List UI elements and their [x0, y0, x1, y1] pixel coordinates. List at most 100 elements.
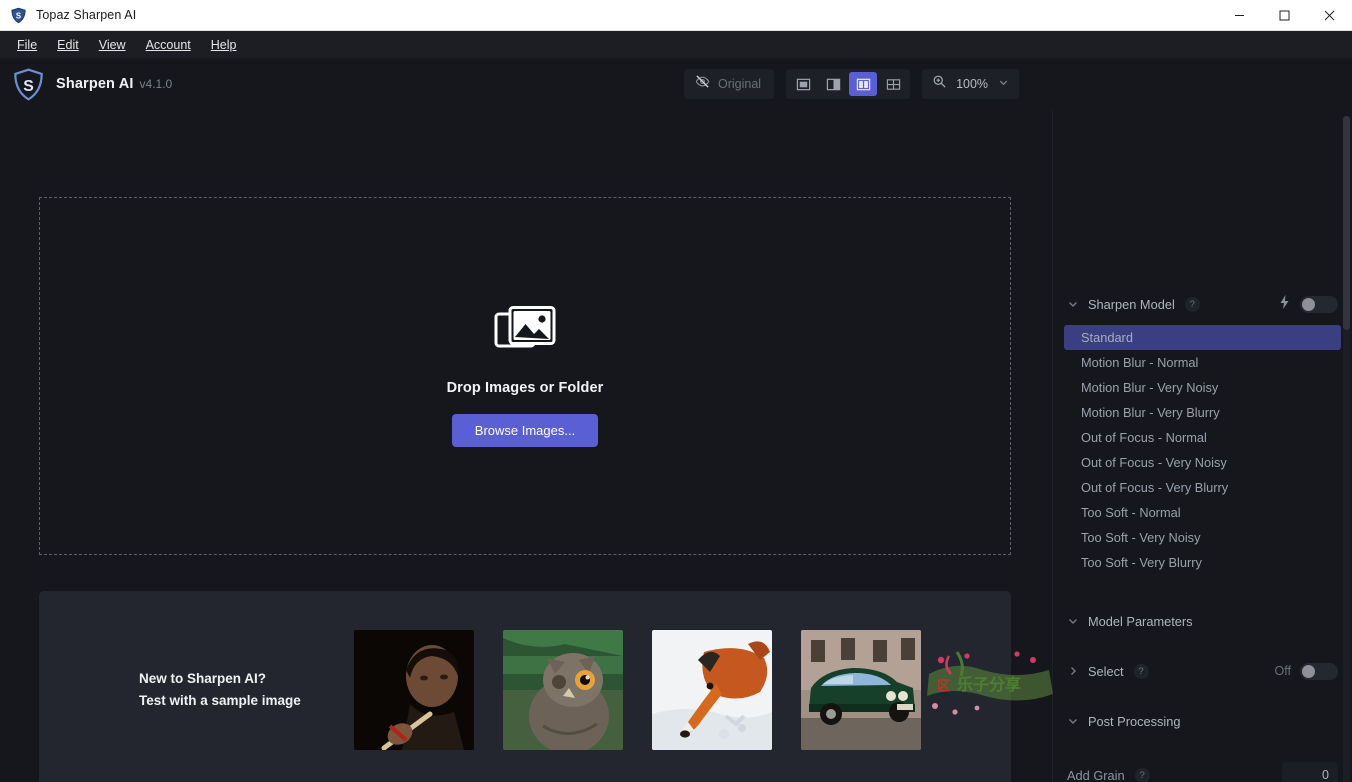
add-grain-value[interactable]: 0	[1282, 762, 1338, 782]
add-grain-label: Add Grain	[1067, 767, 1125, 782]
panel-spacer-4	[1053, 738, 1352, 756]
model-item-label: Too Soft - Very Blurry	[1081, 555, 1202, 570]
model-item-motion-blur-very-blurry[interactable]: Motion Blur - Very Blurry	[1064, 400, 1341, 425]
window-titlebar: S Topaz Sharpen AI	[0, 0, 1352, 31]
add-grain-header: Add Grain ? 0	[1067, 762, 1338, 782]
model-parameters-title: Model Parameters	[1088, 613, 1193, 629]
model-parameters-section-header[interactable]: Model Parameters	[1053, 604, 1352, 638]
sharpen-model-help-icon[interactable]: ?	[1184, 296, 1200, 312]
app-header: S Sharpen AI v4.1.0 Original 100%	[0, 58, 1352, 110]
dropzone-title: Drop Images or Folder	[446, 379, 604, 396]
grid-view-button[interactable]	[879, 72, 907, 96]
minimize-button[interactable]	[1217, 0, 1262, 31]
select-title: Select	[1088, 663, 1124, 679]
post-processing-section-header[interactable]: Post Processing	[1053, 704, 1352, 738]
images-stack-icon	[494, 305, 556, 363]
select-help-icon[interactable]: ?	[1133, 663, 1149, 679]
model-item-motion-blur-very-noisy[interactable]: Motion Blur - Very Noisy	[1064, 375, 1341, 400]
app-body: Drop Images or Folder Browse Images... N…	[0, 110, 1352, 782]
sample-thumb-owl[interactable]	[503, 630, 623, 750]
sample-thumb-fox[interactable]	[652, 630, 772, 750]
sample-prompt-line1: New to Sharpen AI?	[139, 671, 267, 686]
model-item-label: Too Soft - Very Noisy	[1081, 530, 1201, 545]
menu-help[interactable]: Help	[201, 35, 247, 55]
main-canvas-area: Drop Images or Folder Browse Images... N…	[0, 110, 1053, 782]
chevron-down-icon	[998, 75, 1009, 93]
window-title: Topaz Sharpen AI	[36, 8, 137, 22]
panel-top-spacer	[1053, 110, 1352, 287]
topaz-shield-icon: S	[10, 7, 27, 24]
split-view-button[interactable]	[819, 72, 847, 96]
model-item-label: Motion Blur - Very Blurry	[1081, 405, 1220, 420]
panel-spacer-2	[1053, 638, 1352, 654]
original-label: Original	[718, 77, 762, 91]
menu-view-label: View	[98, 37, 126, 52]
model-item-motion-blur-normal[interactable]: Motion Blur - Normal	[1064, 350, 1341, 375]
svg-text:S: S	[23, 78, 34, 95]
zoom-control[interactable]: 100%	[922, 69, 1020, 99]
panel-spacer-3	[1053, 688, 1352, 704]
model-item-out-of-focus-very-blurry[interactable]: Out of Focus - Very Blurry	[1064, 475, 1341, 500]
add-grain-help-icon[interactable]: ?	[1134, 767, 1150, 782]
model-item-too-soft-normal[interactable]: Too Soft - Normal	[1064, 500, 1341, 525]
single-view-button[interactable]	[789, 72, 817, 96]
sharpen-model-section-header[interactable]: Sharpen Model ?	[1053, 287, 1352, 321]
post-processing-title: Post Processing	[1088, 713, 1181, 729]
select-section-header[interactable]: Select ? Off	[1053, 654, 1352, 688]
model-item-label: Motion Blur - Very Noisy	[1081, 380, 1219, 395]
chevron-down-icon[interactable]	[1065, 715, 1080, 727]
model-item-out-of-focus-very-noisy[interactable]: Out of Focus - Very Noisy	[1064, 450, 1341, 475]
menu-account[interactable]: Account	[136, 35, 201, 55]
sharpen-model-controls	[1278, 294, 1338, 314]
model-item-out-of-focus-normal[interactable]: Out of Focus - Normal	[1064, 425, 1341, 450]
zoom-in-icon	[932, 74, 947, 94]
chevron-down-icon[interactable]	[1065, 615, 1080, 627]
select-state-label: Off	[1274, 664, 1291, 678]
window-controls	[1217, 0, 1352, 30]
model-item-label: Out of Focus - Very Noisy	[1081, 455, 1227, 470]
model-item-too-soft-very-blurry[interactable]: Too Soft - Very Blurry	[1064, 550, 1341, 575]
model-item-standard[interactable]: Standard	[1064, 325, 1341, 350]
toggle-knob	[1302, 297, 1315, 311]
sample-prompt-line2: Test with a sample image	[139, 693, 301, 708]
maximize-button[interactable]	[1262, 0, 1307, 31]
panel-scrollbar[interactable]	[1343, 116, 1350, 782]
side-by-side-view-button[interactable]	[849, 72, 878, 96]
settings-panel: Sharpen Model ? Standard Motion Blur - N…	[1052, 110, 1352, 782]
app-name: Sharpen AI	[56, 76, 134, 92]
menu-edit[interactable]: Edit	[47, 35, 89, 55]
sharpen-model-title: Sharpen Model	[1088, 296, 1175, 312]
app-version: v4.1.0	[139, 77, 173, 91]
model-item-label: Out of Focus - Normal	[1081, 430, 1207, 445]
menu-file[interactable]: File	[7, 35, 47, 55]
model-item-label: Motion Blur - Normal	[1081, 355, 1199, 370]
sharpen-model-auto-toggle[interactable]	[1300, 295, 1338, 313]
toggle-knob	[1302, 664, 1315, 678]
select-controls: Off	[1274, 662, 1338, 680]
menu-account-label: Account	[145, 37, 191, 52]
dropzone[interactable]: Drop Images or Folder Browse Images...	[39, 197, 1011, 555]
sharpen-ai-shield-logo: S	[12, 67, 45, 101]
lightning-bolt-icon[interactable]	[1278, 294, 1291, 314]
select-toggle[interactable]	[1300, 662, 1338, 680]
menu-file-label: File	[17, 37, 38, 52]
browse-images-button[interactable]: Browse Images...	[451, 413, 599, 447]
view-toolbar: Original 100%	[684, 58, 1020, 110]
sample-thumb-portrait[interactable]	[354, 630, 474, 750]
menu-edit-label: Edit	[57, 37, 79, 52]
chevron-down-icon[interactable]	[1065, 298, 1080, 310]
sample-thumb-car[interactable]	[801, 630, 921, 750]
model-item-label: Out of Focus - Very Blurry	[1081, 480, 1229, 495]
close-button[interactable]	[1307, 0, 1352, 31]
menu-help-label: Help	[210, 37, 237, 52]
chevron-right-icon[interactable]	[1065, 665, 1080, 677]
sample-images-card: New to Sharpen AI? Test with a sample im…	[39, 591, 1053, 782]
menu-view[interactable]: View	[89, 35, 136, 55]
panel-scrollbar-thumb[interactable]	[1343, 116, 1350, 330]
original-toggle-button[interactable]: Original	[684, 69, 775, 99]
zoom-level-value: 100%	[956, 77, 989, 91]
app-logo: S Sharpen AI v4.1.0	[12, 67, 173, 101]
eye-off-icon	[695, 74, 710, 94]
add-grain-row: Add Grain ? 0	[1053, 762, 1352, 782]
model-item-too-soft-very-noisy[interactable]: Too Soft - Very Noisy	[1064, 525, 1341, 550]
